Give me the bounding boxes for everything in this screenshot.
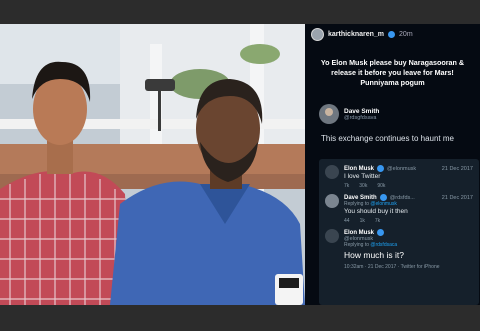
avatar — [325, 165, 339, 179]
tweet-author: Elon Musk — [344, 229, 375, 236]
reply-prefix: Replying to — [344, 201, 370, 207]
tweet-stats: 44 1k 7k — [344, 218, 473, 224]
bottom-letterbox — [0, 305, 480, 331]
story-caption: Yo Elon Musk please buy Naragasooran & r… — [320, 58, 465, 87]
retweet-count: 30k — [359, 183, 368, 189]
reply-handle[interactable]: @elonmusk — [370, 201, 396, 207]
avatar[interactable] — [311, 27, 324, 41]
tweet-author: Dave Smith — [344, 194, 377, 201]
tweet-footer: 10:32am · 21 Dec 2017 · Twitter for iPho… — [344, 264, 440, 270]
quoted-author: Dave Smith @rdsgfdsava — [319, 104, 480, 124]
tweet: Dave Smith @rdsfds... 21 Dec 2017 Replyi… — [325, 194, 473, 224]
tweet-stats: 7k 30k 90k — [344, 183, 473, 189]
instagram-story-panel: karthicknaren_m 20m Yo Elon Musk please … — [305, 24, 480, 305]
reply-context: Replying to @elonmusk — [344, 201, 473, 207]
tweet-text: I love Twitter — [344, 173, 381, 180]
tweet-text: How much is it? — [344, 250, 404, 260]
retweet-count: 1k — [359, 218, 365, 224]
avatar — [325, 194, 339, 208]
photo-two-men — [0, 24, 305, 305]
story-username[interactable]: karthicknaren_m — [328, 31, 384, 38]
tweet: Elon Musk @elonmusk 21 Dec 2017 I love T… — [325, 165, 473, 189]
quoted-name: Dave Smith — [344, 107, 380, 115]
reply-count: 7k — [344, 183, 350, 189]
quote-text: This exchange continues to haunt me — [321, 134, 454, 143]
verified-icon — [388, 30, 396, 38]
tweet-text: You should buy it then — [344, 208, 408, 215]
story-header: karthicknaren_m 20m — [305, 24, 480, 44]
reply-prefix: Replying to — [344, 242, 370, 248]
tweet-handle: @elonmusk — [387, 165, 417, 172]
reply-context: Replying to @rdsfdsaca — [344, 242, 473, 248]
top-letterbox — [0, 0, 480, 24]
tweet: Elon Musk @elonmusk Replying to @rdsfdsa… — [325, 229, 473, 270]
verified-icon — [379, 194, 387, 201]
tweet-author: Elon Musk — [344, 165, 375, 172]
quoted-handle: @rdsgfdsava — [344, 114, 377, 121]
like-count: 7k — [374, 218, 381, 224]
story-time: 20m — [399, 30, 413, 38]
verified-icon — [377, 229, 385, 236]
tweet-date: 21 Dec 2017 — [441, 194, 473, 201]
tweet-handle: @rdsfds... — [389, 194, 415, 201]
verified-icon — [377, 165, 385, 172]
like-count: 90k — [377, 183, 386, 189]
tweet-date: 21 Dec 2017 — [441, 165, 473, 172]
tweet-thread-card: Elon Musk @elonmusk 21 Dec 2017 I love T… — [319, 159, 479, 305]
avatar — [325, 229, 339, 243]
reply-handle[interactable]: @rdsfdsaca — [370, 242, 397, 248]
reply-count: 44 — [344, 218, 350, 224]
avatar — [319, 104, 339, 124]
